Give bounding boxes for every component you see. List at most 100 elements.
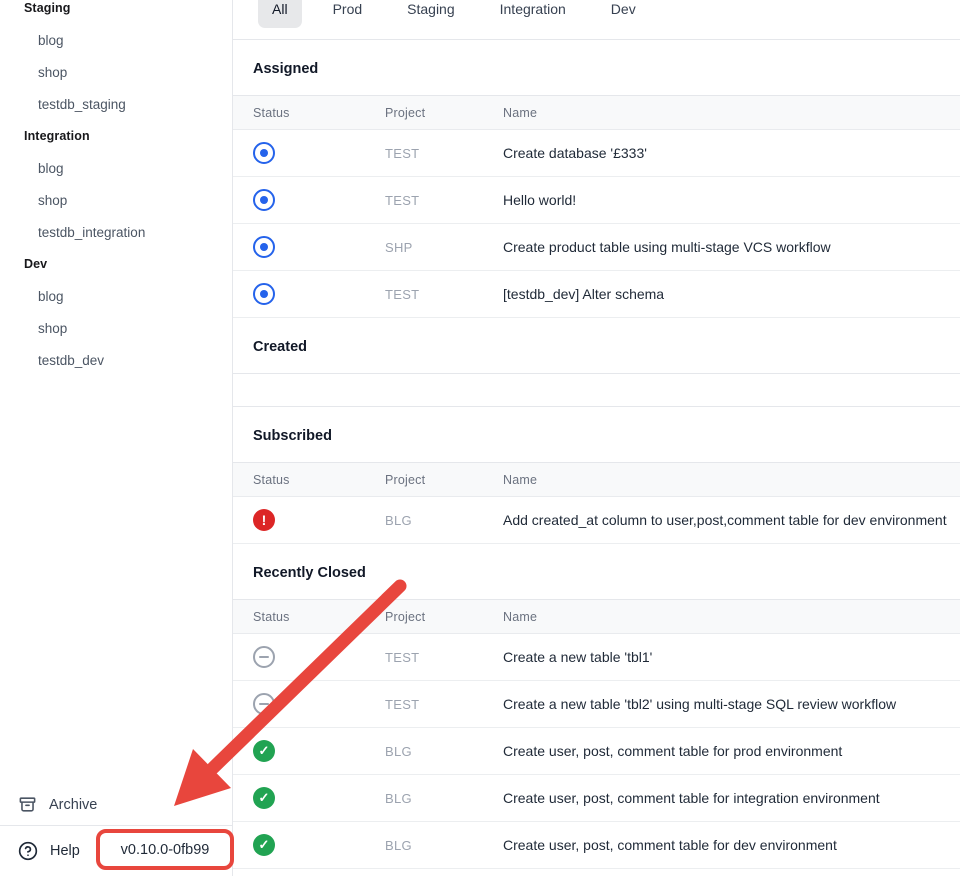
- sidebar-item-testdb_staging[interactable]: testdb_staging: [0, 88, 232, 120]
- column-header: Project: [385, 106, 503, 120]
- status-cell: ✓: [253, 740, 385, 762]
- help-icon[interactable]: [18, 841, 38, 861]
- section-subscribed: Subscribed Status Project Name ! BLG Add…: [233, 407, 960, 544]
- tab-staging[interactable]: Staging: [393, 0, 468, 28]
- status-cell: [253, 646, 385, 668]
- section-title: Recently Closed: [233, 544, 960, 600]
- table-row[interactable]: SHP Create product table using multi-sta…: [233, 224, 960, 271]
- name-cell: Create a new table 'tbl1': [503, 649, 960, 665]
- status-cell: [253, 189, 385, 211]
- name-cell: Create user, post, comment table for pro…: [503, 743, 960, 759]
- empty-table-strip: [233, 374, 960, 407]
- project-cell: TEST: [385, 287, 503, 302]
- project-cell: BLG: [385, 744, 503, 759]
- project-cell: BLG: [385, 838, 503, 853]
- sidebar-item-shop[interactable]: shop: [0, 56, 232, 88]
- table-row[interactable]: ✓ BLG Create user, post, comment table f…: [233, 775, 960, 822]
- sidebar: Staging blog shop testdb_staging Integration…: [0, 0, 233, 876]
- help-label[interactable]: Help: [50, 843, 80, 859]
- table-row[interactable]: TEST Hello world!: [233, 177, 960, 224]
- table-row[interactable]: TEST Create a new table 'tbl2' using mul…: [233, 681, 960, 728]
- database-label: blog: [38, 289, 64, 304]
- sidebar-item-shop[interactable]: shop: [0, 184, 232, 216]
- help-row: Help v0.10.0-0fb99: [0, 826, 232, 876]
- project-cell: SHP: [385, 240, 503, 255]
- status-cell: [253, 236, 385, 258]
- column-header: Status: [253, 610, 385, 624]
- done-issue-status-icon: ✓: [253, 787, 275, 809]
- table-header-row: Status Project Name: [233, 463, 960, 497]
- env-group-label: Integration: [24, 129, 90, 143]
- sidebar-item-testdb_dev[interactable]: testdb_dev: [0, 344, 232, 376]
- column-header: Name: [503, 106, 960, 120]
- name-cell: Create database '£333': [503, 145, 960, 161]
- table-row[interactable]: ✓ BLG Create user, post, comment table f…: [233, 822, 960, 869]
- name-cell: Add created_at column to user,post,comme…: [503, 512, 960, 528]
- section-title: Subscribed: [233, 407, 960, 463]
- done-issue-status-icon: ✓: [253, 834, 275, 856]
- env-group-dev[interactable]: Dev: [0, 248, 232, 280]
- open-issue-status-icon: [253, 142, 275, 164]
- archive-label: Archive: [49, 797, 97, 813]
- database-label: shop: [38, 193, 67, 208]
- table-row[interactable]: ✓ BLG Create user, post, comment table f…: [233, 728, 960, 775]
- done-issue-status-icon: ✓: [253, 740, 275, 762]
- column-header: Project: [385, 610, 503, 624]
- project-cell: BLG: [385, 791, 503, 806]
- table-row[interactable]: TEST Create a new table 'tbl1': [233, 634, 960, 681]
- section-title: Created: [233, 318, 960, 374]
- sidebar-item-blog[interactable]: blog: [0, 280, 232, 312]
- section-assigned: Assigned Status Project Name TEST Create…: [233, 40, 960, 318]
- database-label: blog: [38, 33, 64, 48]
- table-header-row: Status Project Name: [233, 600, 960, 634]
- version-text: v0.10.0-0fb99: [121, 842, 210, 858]
- section-recently-closed: Recently Closed Status Project Name TEST…: [233, 544, 960, 869]
- tab-dev[interactable]: Dev: [597, 0, 650, 28]
- table-row[interactable]: TEST Create database '£333': [233, 130, 960, 177]
- environment-tabbar: All Prod Staging Integration Dev: [233, 0, 960, 40]
- main-content: All Prod Staging Integration Dev Assigned St…: [233, 0, 960, 876]
- table-row[interactable]: TEST [testdb_dev] Alter schema: [233, 271, 960, 318]
- status-cell: ✓: [253, 834, 385, 856]
- database-label: shop: [38, 321, 67, 336]
- env-group-staging[interactable]: Staging: [0, 0, 232, 24]
- status-cell: !: [253, 509, 385, 531]
- project-cell: TEST: [385, 193, 503, 208]
- archive-icon: [18, 795, 37, 814]
- column-header: Status: [253, 106, 385, 120]
- status-cell: [253, 283, 385, 305]
- status-cell: [253, 693, 385, 715]
- tab-integration[interactable]: Integration: [486, 0, 580, 28]
- database-tree: Staging blog shop testdb_staging Integration…: [0, 0, 232, 376]
- open-issue-status-icon: [253, 189, 275, 211]
- sidebar-item-blog[interactable]: blog: [0, 24, 232, 56]
- name-cell: Create user, post, comment table for dev…: [503, 837, 960, 853]
- archive-button[interactable]: Archive: [0, 784, 232, 825]
- name-cell: Hello world!: [503, 192, 960, 208]
- column-header: Project: [385, 473, 503, 487]
- sidebar-item-blog[interactable]: blog: [0, 152, 232, 184]
- version-badge: v0.10.0-0fb99: [96, 829, 234, 870]
- sidebar-item-shop[interactable]: shop: [0, 312, 232, 344]
- error-issue-status-icon: !: [253, 509, 275, 531]
- tab-all[interactable]: All: [258, 0, 302, 28]
- column-header: Name: [503, 473, 960, 487]
- tab-prod[interactable]: Prod: [319, 0, 377, 28]
- env-group-integration[interactable]: Integration: [0, 120, 232, 152]
- env-group-label: Dev: [24, 257, 47, 271]
- issue-sections: Assigned Status Project Name TEST Create…: [233, 40, 960, 869]
- database-label: testdb_staging: [38, 97, 126, 112]
- table-header-row: Status Project Name: [233, 96, 960, 130]
- table-row[interactable]: ! BLG Add created_at column to user,post…: [233, 497, 960, 544]
- status-cell: [253, 142, 385, 164]
- column-header: Status: [253, 473, 385, 487]
- name-cell: [testdb_dev] Alter schema: [503, 286, 960, 302]
- name-cell: Create user, post, comment table for int…: [503, 790, 960, 806]
- project-cell: BLG: [385, 513, 503, 528]
- name-cell: Create a new table 'tbl2' using multi-st…: [503, 696, 960, 712]
- sidebar-item-testdb_integration[interactable]: testdb_integration: [0, 216, 232, 248]
- project-cell: TEST: [385, 650, 503, 665]
- app-window: Staging blog shop testdb_staging Integration…: [0, 0, 960, 876]
- env-group-label: Staging: [24, 1, 71, 15]
- database-label: testdb_dev: [38, 353, 104, 368]
